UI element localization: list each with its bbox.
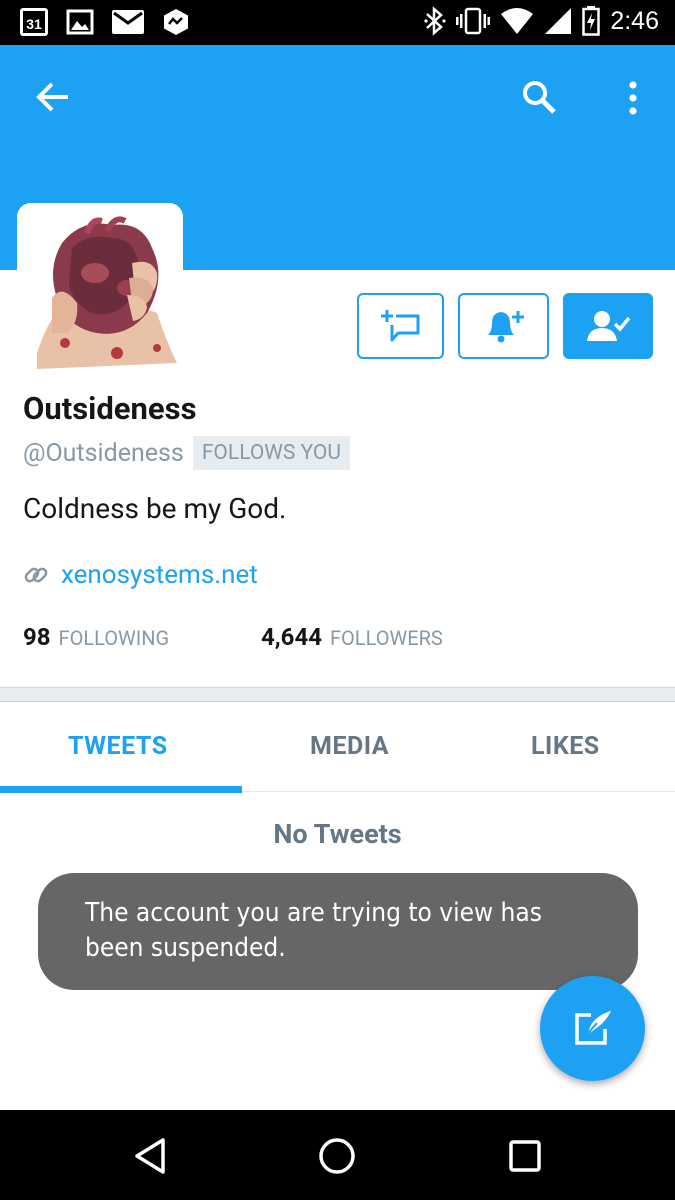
follows-you-badge: FOLLOWS YOU — [192, 436, 350, 470]
search-icon — [523, 81, 556, 114]
calendar-day: 31 — [26, 16, 42, 32]
following-label: FOLLOWING — [58, 626, 170, 650]
profile-handle: @Outsideness — [23, 438, 184, 468]
direct-message-button[interactable] — [357, 293, 444, 359]
recents-square-icon — [509, 1140, 541, 1172]
tab-likes[interactable]: LIKES — [531, 732, 600, 761]
following-user-check-icon — [587, 311, 631, 341]
section-divider — [0, 687, 675, 702]
battery-charging-icon — [582, 6, 601, 36]
clock: 2:46 — [610, 6, 659, 35]
link-icon — [24, 567, 48, 583]
profile-tabs: TWEETS MEDIA LIKES — [0, 702, 675, 793]
back-button[interactable] — [30, 78, 76, 116]
avatar[interactable] — [17, 203, 183, 369]
followers-label: FOLLOWERS — [329, 626, 443, 650]
compose-tweet-button[interactable] — [540, 976, 645, 1081]
compose-tweet-icon — [574, 1010, 611, 1045]
image-icon — [66, 9, 94, 35]
nav-recents-button[interactable] — [501, 1132, 549, 1180]
status-bar: 31 2:46 — [0, 0, 675, 45]
nav-back-button[interactable] — [126, 1132, 174, 1180]
following-count: 98 — [23, 623, 51, 651]
follow-stats: 98 FOLLOWING 4,644 FOLLOWERS — [23, 623, 443, 651]
back-triangle-icon — [135, 1138, 165, 1174]
calendar-icon: 31 — [20, 8, 48, 36]
website-link[interactable]: xenosystems.net — [23, 560, 258, 590]
tab-media[interactable]: MEDIA — [310, 732, 389, 761]
add-message-icon — [380, 310, 419, 342]
add-notification-icon — [487, 311, 524, 343]
nav-home-button[interactable] — [313, 1132, 361, 1180]
tab-tweets[interactable]: TWEETS — [68, 732, 168, 761]
suspended-toast: The account you are trying to view has b… — [38, 873, 638, 990]
search-button[interactable] — [518, 76, 560, 118]
mail-icon — [112, 10, 144, 34]
following-button[interactable] — [563, 293, 653, 359]
followers-count: 4,644 — [261, 623, 322, 651]
wifi-icon — [501, 8, 534, 34]
followers-stat[interactable]: 4,644 FOLLOWERS — [261, 623, 443, 651]
hand-holding-heart-image — [17, 203, 183, 369]
profile-bio: Coldness be my God. — [23, 492, 287, 525]
empty-state-text: No Tweets — [273, 818, 402, 850]
vibrate-icon — [456, 7, 491, 35]
messenger-icon — [164, 9, 188, 35]
arrow-left-icon — [36, 82, 68, 112]
system-nav-bar — [0, 1110, 675, 1200]
handle-row: @Outsideness FOLLOWS YOU — [23, 436, 350, 470]
following-stat[interactable]: 98 FOLLOWING — [23, 623, 261, 651]
profile-name: Outsideness — [23, 390, 197, 427]
active-tab-indicator — [0, 786, 242, 793]
website-text[interactable]: xenosystems.net — [61, 560, 258, 590]
bluetooth-icon — [424, 6, 446, 36]
more-options-button[interactable] — [618, 78, 648, 118]
home-circle-icon — [319, 1138, 355, 1174]
notifications-button[interactable] — [458, 293, 549, 359]
signal-icon — [545, 8, 572, 34]
more-vert-icon — [629, 81, 637, 115]
